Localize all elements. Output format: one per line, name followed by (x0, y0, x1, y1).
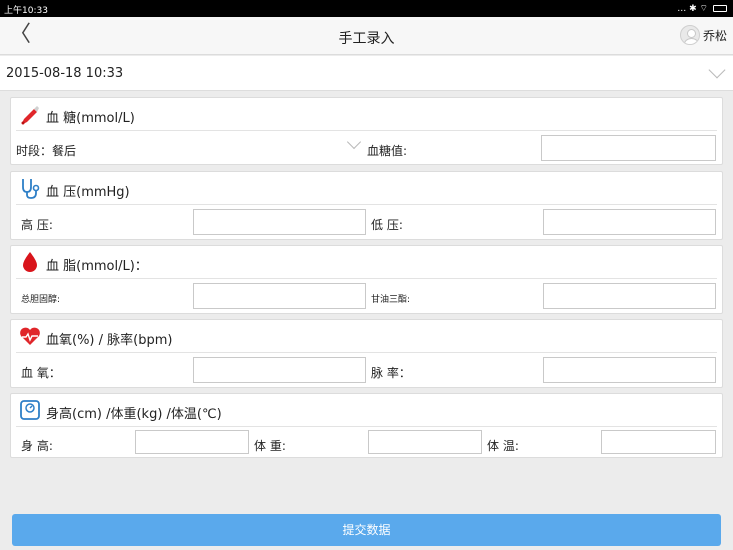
blood-lipid-header: 血 脂(mmol/L)： (16, 246, 717, 279)
oxygen-pulse-title: 血氧(%) / 脉率(bpm) (46, 333, 173, 348)
page-title: 手工录入 (338, 31, 395, 47)
oxygen-pulse-header: 血氧(%) / 脉率(bpm) (16, 320, 717, 353)
body-metrics-title: 身高(cm) /体重(kg) /体温(℃) (46, 407, 222, 422)
blood-pressure-header: 血 压(mmHg) (16, 172, 717, 205)
oxygen-pulse-card: 血氧(%) / 脉率(bpm) 血 氧： 脉 率： (10, 319, 723, 388)
blood-sugar-row: 时段：餐后 血糖值: (11, 131, 722, 165)
body-metrics-header: 身高(cm) /体重(kg) /体温(℃) (16, 394, 717, 427)
oxygen-label: 血 氧： (21, 366, 61, 380)
blood-sugar-value-label: 血糖值: (367, 144, 408, 158)
high-pressure-input[interactable] (193, 209, 366, 235)
low-pressure-input[interactable] (543, 209, 716, 235)
cholesterol-label: 总胆固醇: (21, 295, 61, 305)
triglyceride-input[interactable] (543, 283, 716, 309)
heart-pulse-icon (20, 327, 40, 345)
glucose-meter-icon (21, 106, 39, 125)
app-header: 〈 手工录入 乔松 (0, 17, 733, 55)
status-bar: 上午10:33 … ✱ ⌔ (0, 0, 733, 17)
period-selector[interactable]: 时段：餐后 (16, 142, 76, 159)
user-name: 乔松 (702, 28, 727, 43)
weight-input[interactable] (368, 430, 482, 454)
status-time: 上午10:33 (4, 6, 48, 16)
high-pressure-label: 高 压: (21, 218, 53, 232)
status-icons-text: … ✱ ⌔ (677, 4, 708, 14)
blood-pressure-title: 血 压(mmHg) (46, 185, 130, 200)
period-chevron-icon[interactable] (346, 134, 362, 150)
temperature-label: 体 温: (487, 439, 519, 453)
height-input[interactable] (135, 430, 249, 454)
pulse-label: 脉 率： (371, 366, 411, 380)
cholesterol-input[interactable] (193, 283, 366, 309)
pulse-input[interactable] (543, 357, 716, 383)
blood-pressure-row: 高 压: 低 压: (11, 205, 722, 239)
low-pressure-label: 低 压: (371, 218, 403, 232)
blood-lipid-row: 总胆固醇: 甘油三酯: (11, 279, 722, 313)
blood-drop-icon (23, 252, 37, 272)
oxygen-pulse-row: 血 氧： 脉 率： (11, 353, 722, 387)
weight-label: 体 重: (254, 439, 286, 453)
scale-icon (20, 400, 40, 420)
chevron-down-icon (708, 61, 726, 79)
blood-sugar-header: 血 糖(mmol/L) (16, 98, 717, 131)
blood-sugar-title: 血 糖(mmol/L) (46, 111, 135, 126)
height-label: 身 高: (21, 439, 53, 453)
temperature-input[interactable] (601, 430, 716, 454)
oxygen-input[interactable] (193, 357, 366, 383)
triglyceride-label: 甘油三酯: (371, 295, 411, 305)
avatar-icon (679, 25, 700, 45)
battery-icon (713, 5, 727, 12)
date-selector[interactable]: 2015-08-18 10:33 (0, 56, 733, 91)
body-metrics-card: 身高(cm) /体重(kg) /体温(℃) 身 高: 体 重: 体 温: (10, 393, 723, 458)
blood-sugar-input[interactable] (541, 135, 716, 161)
submit-button[interactable]: 提交数据 (12, 514, 721, 546)
blood-sugar-card: 血 糖(mmol/L) 时段：餐后 血糖值: (10, 97, 723, 165)
date-value: 2015-08-18 10:33 (6, 66, 124, 81)
body-metrics-row: 身 高: 体 重: 体 温: (11, 427, 722, 457)
blood-pressure-card: 血 压(mmHg) 高 压: 低 压: (10, 171, 723, 240)
status-icons: … ✱ ⌔ (677, 3, 727, 14)
stethoscope-icon (22, 179, 40, 199)
blood-lipid-card: 血 脂(mmol/L)： 总胆固醇: 甘油三酯: (10, 245, 723, 314)
user-profile[interactable]: 乔松 (679, 25, 727, 45)
blood-lipid-title: 血 脂(mmol/L)： (46, 259, 148, 274)
